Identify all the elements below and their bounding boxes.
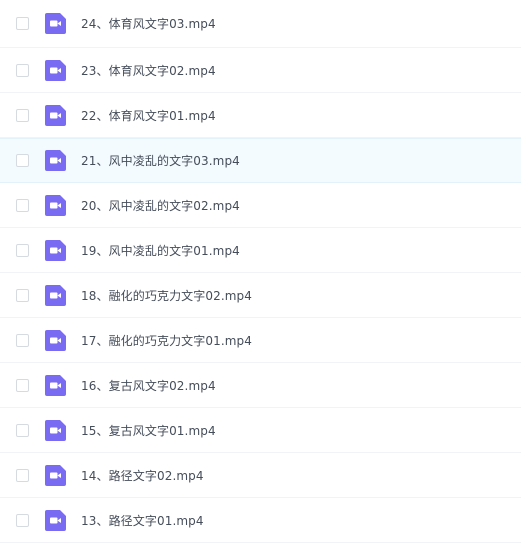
video-icon bbox=[45, 329, 66, 351]
video-icon bbox=[45, 419, 66, 441]
file-list: 24、体育风文字03.mp4 23、体育风文字02.mp4 22、体育风文字01… bbox=[0, 0, 521, 543]
video-icon bbox=[45, 13, 66, 34]
file-row[interactable]: 23、体育风文字02.mp4 bbox=[0, 48, 521, 93]
row-checkbox[interactable] bbox=[16, 423, 29, 437]
file-row[interactable]: 13、路径文字01.mp4 bbox=[0, 498, 521, 543]
file-row[interactable]: 18、融化的巧克力文字02.mp4 bbox=[0, 273, 521, 318]
file-name[interactable]: 21、风中凌乱的文字03.mp4 bbox=[81, 152, 240, 169]
row-checkbox[interactable] bbox=[16, 154, 29, 167]
file-name[interactable]: 19、风中凌乱的文字01.mp4 bbox=[81, 242, 240, 259]
video-icon bbox=[45, 509, 66, 531]
file-name[interactable]: 15、复古风文字01.mp4 bbox=[81, 422, 216, 439]
video-icon bbox=[45, 150, 66, 171]
row-checkbox[interactable] bbox=[16, 513, 29, 527]
file-name[interactable]: 22、体育风文字01.mp4 bbox=[81, 107, 216, 124]
file-name[interactable]: 14、路径文字02.mp4 bbox=[81, 467, 204, 484]
row-checkbox[interactable] bbox=[16, 468, 29, 482]
video-icon bbox=[45, 59, 66, 81]
row-checkbox[interactable] bbox=[16, 108, 29, 122]
row-checkbox[interactable] bbox=[16, 378, 29, 392]
file-row[interactable]: 24、体育风文字03.mp4 bbox=[0, 0, 521, 48]
file-name[interactable]: 23、体育风文字02.mp4 bbox=[81, 62, 216, 79]
video-icon bbox=[45, 239, 66, 261]
video-icon bbox=[45, 374, 66, 396]
row-checkbox[interactable] bbox=[16, 288, 29, 302]
video-icon bbox=[45, 104, 66, 126]
row-checkbox[interactable] bbox=[16, 17, 29, 30]
file-name[interactable]: 18、融化的巧克力文字02.mp4 bbox=[81, 287, 252, 304]
file-row[interactable]: 16、复古风文字02.mp4 bbox=[0, 363, 521, 408]
row-checkbox[interactable] bbox=[16, 63, 29, 77]
file-row[interactable]: 20、风中凌乱的文字02.mp4 bbox=[0, 183, 521, 228]
file-name[interactable]: 13、路径文字01.mp4 bbox=[81, 512, 204, 529]
video-icon bbox=[45, 464, 66, 486]
file-row[interactable]: 14、路径文字02.mp4 bbox=[0, 453, 521, 498]
file-row[interactable]: 19、风中凌乱的文字01.mp4 bbox=[0, 228, 521, 273]
file-row[interactable]: 15、复古风文字01.mp4 bbox=[0, 408, 521, 453]
file-row[interactable]: 17、融化的巧克力文字01.mp4 bbox=[0, 318, 521, 363]
file-row[interactable]: 21、风中凌乱的文字03.mp4 bbox=[0, 138, 521, 183]
row-checkbox[interactable] bbox=[16, 333, 29, 347]
video-icon bbox=[45, 194, 66, 216]
file-name[interactable]: 17、融化的巧克力文字01.mp4 bbox=[81, 332, 252, 349]
file-name[interactable]: 16、复古风文字02.mp4 bbox=[81, 377, 216, 394]
file-name[interactable]: 24、体育风文字03.mp4 bbox=[81, 15, 216, 32]
row-checkbox[interactable] bbox=[16, 198, 29, 212]
video-icon bbox=[45, 284, 66, 306]
file-name[interactable]: 20、风中凌乱的文字02.mp4 bbox=[81, 197, 240, 214]
row-checkbox[interactable] bbox=[16, 243, 29, 257]
file-row[interactable]: 22、体育风文字01.mp4 bbox=[0, 93, 521, 138]
